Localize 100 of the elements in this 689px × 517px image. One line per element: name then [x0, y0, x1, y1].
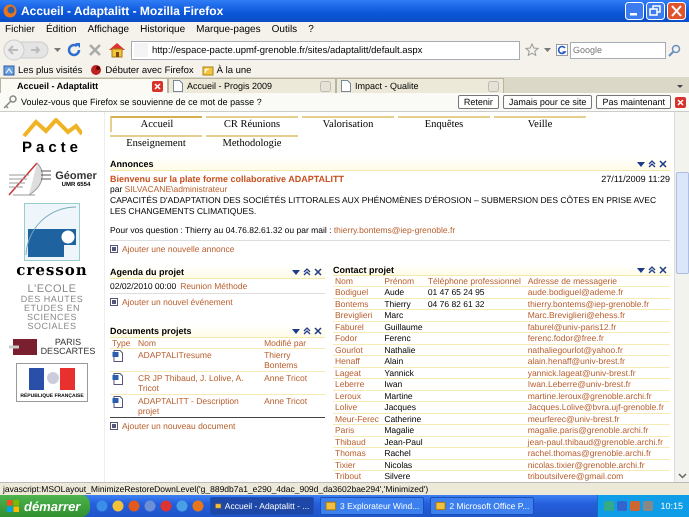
nav-tab[interactable]: Accueil — [110, 116, 202, 132]
home-icon[interactable] — [108, 42, 126, 58]
scroll-down-icon[interactable] — [678, 473, 686, 479]
column-header[interactable]: Nom — [136, 338, 262, 348]
bookmark-link[interactable]: À la une — [202, 64, 252, 76]
nav-tab[interactable]: Veille — [494, 116, 586, 132]
menu-item[interactable]: Édition — [46, 24, 77, 35]
collapse-icon[interactable] — [648, 266, 656, 274]
document-link[interactable]: CR JP Thibaud, J. Lolive, A. Tricot — [136, 372, 262, 394]
menu-item[interactable]: Marque-pages — [196, 24, 261, 35]
scrollbar[interactable] — [674, 112, 689, 482]
address-field[interactable]: http://espace-pacte.upmf-grenoble.fr/sites/adaptalitt/default.aspx — [131, 40, 520, 60]
email-link[interactable]: ferenc.fodor@free.fr — [526, 332, 670, 344]
table-cell[interactable]: Henaff — [333, 356, 382, 367]
announcement-title[interactable]: Bienvenu sur la plate forme collaborative ADAPTALITT — [110, 174, 344, 184]
column-header[interactable]: Type — [110, 338, 136, 348]
column-header[interactable]: Téléphone professionnel — [426, 276, 526, 286]
table-cell[interactable]: Fodor — [333, 332, 382, 344]
email-link[interactable]: meurferec@univ-brest.fr — [526, 413, 670, 424]
table-cell[interactable]: Bontems — [333, 298, 382, 310]
column-header[interactable]: Nom — [333, 276, 382, 286]
nav-tab[interactable]: Methodologie — [206, 135, 298, 151]
event-link[interactable]: Reunion Méthode — [180, 281, 248, 291]
taskbar-button[interactable]: 3 Explorateur Wind... — [320, 497, 424, 515]
add-link[interactable]: Ajouter un nouveau document — [122, 421, 236, 431]
table-cell[interactable]: Lolive — [333, 402, 382, 413]
menu-item[interactable]: ? — [308, 24, 314, 35]
search-field[interactable]: Google — [570, 42, 666, 58]
start-button[interactable]: démarrer — [0, 495, 90, 517]
tab-close-icon[interactable] — [152, 80, 163, 92]
minimize-icon[interactable] — [625, 2, 644, 20]
email-link[interactable]: magalie.paris@grenoble.archi.fr — [526, 424, 670, 436]
document-link[interactable]: ADAPTALITT - Description projet — [136, 394, 262, 418]
email-link[interactable]: martine.leroux@grenoble.archi.fr — [526, 390, 670, 402]
close-icon[interactable] — [659, 160, 667, 168]
table-cell[interactable]: Thomas — [333, 448, 382, 459]
close-icon[interactable] — [314, 268, 322, 276]
close-icon[interactable] — [659, 266, 667, 274]
app-icon[interactable] — [192, 500, 204, 512]
table-cell[interactable]: Thibaud — [333, 436, 382, 448]
collapse-icon[interactable] — [303, 326, 311, 334]
reload-icon[interactable] — [66, 42, 82, 58]
collapse-icon[interactable] — [303, 268, 311, 276]
email-link[interactable]: faburel@univ-paris12.fr — [526, 321, 670, 332]
table-cell[interactable]: Leberre — [333, 378, 382, 390]
bookmark-link[interactable]: Les plus visités — [3, 64, 82, 76]
browser-tab[interactable]: Accueil - Adaptalitt — [0, 78, 168, 93]
menu-arrow-icon[interactable] — [637, 160, 645, 168]
prompt-button[interactable]: Retenir — [458, 95, 499, 109]
column-header[interactable]: Adresse de messagerie — [526, 276, 670, 286]
menu-item[interactable]: Fichier — [5, 24, 36, 35]
restore-icon[interactable] — [646, 2, 665, 20]
email-link[interactable]: nathaliegourlot@yahoo.fr — [526, 344, 670, 356]
menu-arrow-icon[interactable] — [292, 326, 300, 334]
email-link[interactable]: aude.bodiguel@ademe.fr — [526, 286, 670, 298]
menu-item[interactable]: Affichage — [88, 24, 130, 35]
nav-tab[interactable]: CR Réunions — [206, 116, 298, 132]
author-link[interactable]: SILVACANE\administrateur — [124, 184, 228, 194]
nav-tab[interactable]: Valorisation — [302, 116, 394, 132]
menu-arrow-icon[interactable] — [637, 266, 645, 274]
table-cell[interactable]: Leroux — [333, 390, 382, 402]
browser-tab[interactable]: Impact - Qualite — [336, 78, 504, 93]
column-header[interactable]: Modifié par — [262, 338, 325, 348]
star-icon[interactable] — [525, 43, 539, 57]
add-link[interactable]: Ajouter un nouvel événement — [122, 297, 233, 307]
close-icon[interactable] — [314, 326, 322, 334]
bookmark-link[interactable]: Débuter avec Firefox — [90, 64, 194, 76]
collapse-icon[interactable] — [648, 160, 656, 168]
menu-arrow-icon[interactable] — [292, 268, 300, 276]
document-link[interactable]: ADAPTALITresume — [136, 348, 262, 372]
menu-item[interactable]: Historique — [140, 24, 186, 35]
prompt-button[interactable]: Jamais pour ce site — [502, 95, 592, 109]
email-link[interactable]: nicolas.tixier@grenoble.archi.fr — [526, 459, 670, 470]
nav-tab[interactable]: Enquêtes — [398, 116, 490, 132]
email-link[interactable]: alain.henaff@univ-brest.fr — [526, 356, 670, 367]
prompt-button[interactable]: Pas maintenant — [596, 95, 671, 109]
table-cell[interactable]: Gourlot — [333, 344, 382, 356]
taskbar-button[interactable]: 2 Microsoft Office P... — [430, 497, 534, 515]
close-icon[interactable] — [675, 96, 686, 108]
table-cell[interactable]: Lageat — [333, 367, 382, 378]
email-link[interactable]: rachel.thomas@grenoble.archi.fr — [526, 448, 670, 459]
taskbar-button[interactable]: Accueil - Adaptalitt - ... — [210, 497, 314, 515]
email-link[interactable]: jean-paul.thibaud@grenoble.archi.fr — [526, 436, 670, 448]
table-cell[interactable]: Tixier — [333, 459, 382, 470]
table-cell[interactable]: Bodiguel — [333, 286, 382, 298]
app-icon[interactable] — [112, 500, 124, 512]
table-cell[interactable]: Breviglieri — [333, 310, 382, 321]
email-link[interactable]: Jacques.Lolive@bvra.ujf-grenoble.fr — [526, 402, 670, 413]
search-icon[interactable] — [668, 44, 681, 56]
menu-item[interactable]: Outils — [272, 24, 298, 35]
email-link[interactable]: Marc.Breviglieri@ehess.fr — [526, 310, 670, 321]
table-cell[interactable]: Meur-Ferec — [333, 413, 382, 424]
email-link[interactable]: thierry.bontems@iep-grenoble.fr — [334, 225, 456, 235]
email-link[interactable]: Iwan.Leberre@univ-brest.fr — [526, 378, 670, 390]
email-link[interactable]: yannick.lageat@univ-brest.fr — [526, 367, 670, 378]
browser-tab[interactable]: Accueil - Progis 2009 — [168, 78, 336, 93]
email-link[interactable]: thierry.bontems@iep-grenoble.fr — [526, 298, 670, 310]
table-cell[interactable]: Faburel — [333, 321, 382, 332]
scroll-thumb[interactable] — [676, 172, 688, 274]
table-cell[interactable]: Paris — [333, 424, 382, 436]
